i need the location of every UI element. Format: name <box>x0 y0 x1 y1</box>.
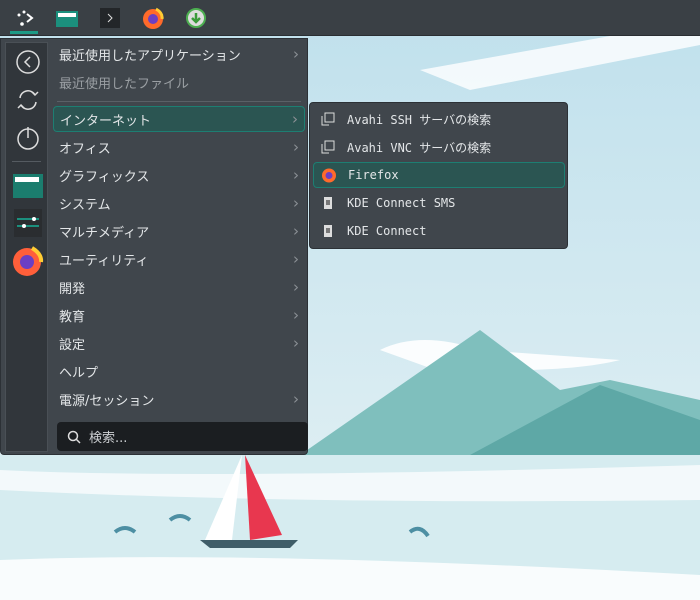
menu-item-label: マルチメディア <box>59 225 150 241</box>
update-button[interactable] <box>177 0 215 36</box>
menu-item-label: グラフィックス <box>59 169 150 185</box>
application-menu: 最近使用したアプリケーション › 最近使用したファイル インターネット › オフィス › グラ… <box>0 38 308 455</box>
menu-item[interactable]: 開発 › <box>53 274 305 300</box>
back-button[interactable] <box>6 43 49 81</box>
search-icon <box>67 430 81 444</box>
menu-item-label: 開発 <box>59 281 86 297</box>
chevron-right-icon: › <box>293 334 299 352</box>
restart-button[interactable] <box>6 81 49 119</box>
network-icon <box>319 140 337 154</box>
submenu-item-label: Avahi VNC サーバの検索 <box>347 140 492 155</box>
terminal-icon <box>100 7 120 28</box>
folder-icon <box>12 174 43 198</box>
internet-submenu: Avahi SSH サーバの検索 Avahi VNC サーバの検索 Firefox K… <box>309 102 568 249</box>
submenu-item-label: KDE Connect SMS <box>347 196 456 210</box>
search-placeholder: 検索... <box>89 431 128 446</box>
submenu-item[interactable]: KDE Connect <box>313 218 565 244</box>
kde-launcher-icon <box>17 10 34 26</box>
menu-item-label: システム <box>59 197 111 213</box>
phone-icon <box>319 196 337 210</box>
menu-item[interactable]: 最近使用したファイル <box>53 69 305 95</box>
chevron-right-icon: › <box>293 278 299 296</box>
favorite-firefox[interactable] <box>6 242 49 280</box>
menu-item[interactable]: ヘルプ <box>53 358 305 384</box>
refresh-icon <box>16 90 39 110</box>
submenu-item-label: Avahi SSH サーバの検索 <box>347 112 492 127</box>
submenu-item-label: KDE Connect <box>347 224 427 238</box>
chevron-right-icon: › <box>293 138 299 156</box>
menu-item[interactable]: 最近使用したアプリケーション › <box>53 41 305 67</box>
menu-item[interactable]: 教育 › <box>53 302 305 328</box>
menu-item-label: インターネット <box>60 113 152 129</box>
menu-item-label: 最近使用したファイル <box>59 76 190 92</box>
menu-item[interactable]: インターネット › <box>53 106 305 132</box>
chevron-right-icon: › <box>293 390 299 408</box>
firefox-icon <box>320 167 338 183</box>
menu-item-label: オフィス <box>59 141 111 157</box>
favorites-sidebar <box>5 42 48 452</box>
file-manager-button[interactable] <box>48 0 86 36</box>
menu-divider <box>57 101 301 102</box>
menu-item-label: ヘルプ <box>59 365 99 381</box>
submenu-item[interactable]: KDE Connect SMS <box>313 190 565 216</box>
chevron-right-icon: › <box>292 110 298 128</box>
chevron-right-icon: › <box>293 194 299 212</box>
folder-icon <box>56 10 78 27</box>
terminal-button[interactable] <box>91 0 129 36</box>
application-launcher-button[interactable] <box>5 0 43 36</box>
chevron-right-icon: › <box>293 306 299 324</box>
menu-item-label: 最近使用したアプリケーション <box>59 48 241 64</box>
menu-item-label: 電源/セッション <box>59 393 155 409</box>
menu-item[interactable]: グラフィックス › <box>53 162 305 188</box>
chevron-right-icon: › <box>293 222 299 240</box>
firefox-icon <box>143 7 164 29</box>
download-icon <box>186 7 206 28</box>
menu-item-label: 教育 <box>59 309 86 325</box>
phone-icon <box>319 224 337 238</box>
favorite-file-manager[interactable] <box>6 166 49 204</box>
shutdown-button[interactable] <box>6 119 49 157</box>
menu-item[interactable]: 電源/セッション › <box>53 386 305 412</box>
taskbar <box>0 0 700 36</box>
sidebar-divider <box>12 161 41 162</box>
menu-item[interactable]: マルチメディア › <box>53 218 305 244</box>
firefox-button[interactable] <box>134 0 172 36</box>
menu-item[interactable]: オフィス › <box>53 134 305 160</box>
settings-sliders-icon <box>13 209 42 237</box>
submenu-item[interactable]: Avahi SSH サーバの検索 <box>313 106 565 132</box>
favorite-system-settings[interactable] <box>6 204 49 242</box>
chevron-right-icon: › <box>293 166 299 184</box>
submenu-item[interactable]: Firefox <box>313 162 565 188</box>
menu-item[interactable]: ユーティリティ › <box>53 246 305 272</box>
submenu-item[interactable]: Avahi VNC サーバの検索 <box>313 134 565 160</box>
search-input[interactable]: 検索... <box>57 422 308 451</box>
firefox-icon <box>12 246 43 276</box>
chevron-right-icon: › <box>293 250 299 268</box>
menu-item[interactable]: システム › <box>53 190 305 216</box>
menu-item-label: 設定 <box>59 337 86 353</box>
menu-item[interactable]: 設定 › <box>53 330 305 356</box>
back-icon <box>15 50 40 74</box>
menu-item-label: ユーティリティ <box>59 253 149 269</box>
power-icon <box>16 127 39 150</box>
submenu-item-label: Firefox <box>348 168 399 182</box>
chevron-right-icon: › <box>293 45 299 63</box>
network-icon <box>319 112 337 126</box>
